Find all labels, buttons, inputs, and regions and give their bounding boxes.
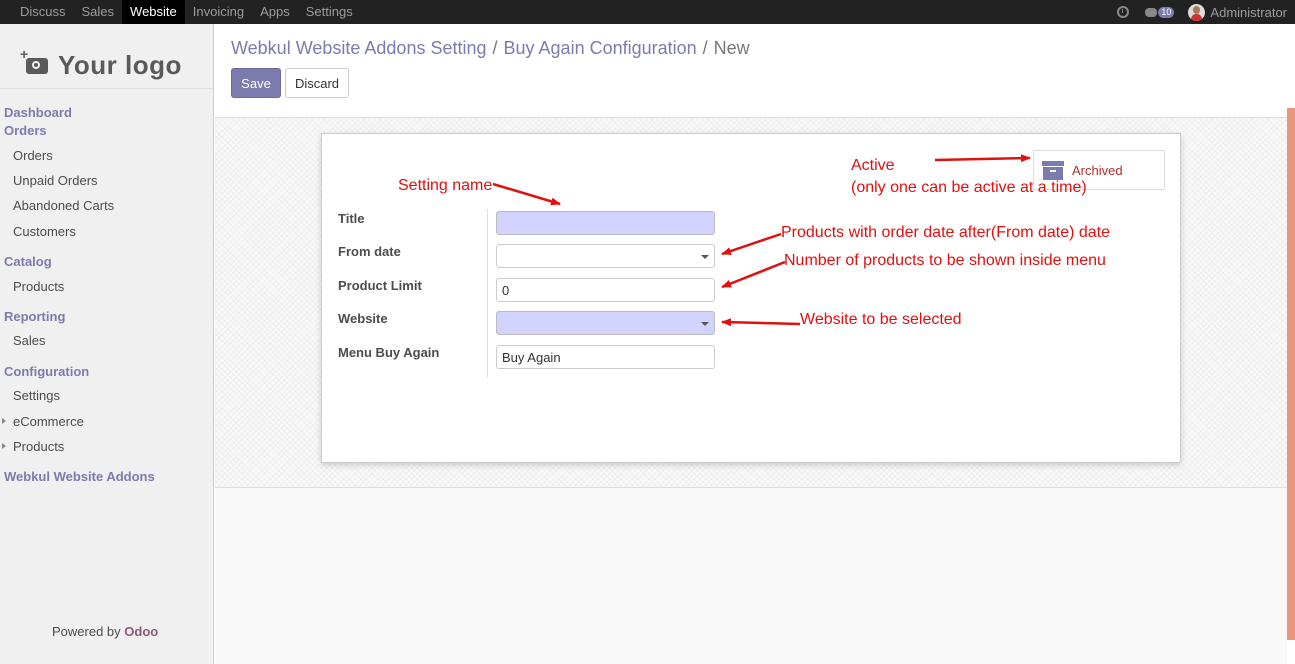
- systray: 10 Administrator: [1117, 0, 1287, 24]
- menu-discuss[interactable]: Discuss: [12, 0, 74, 24]
- website-label: Website: [338, 311, 388, 326]
- odoo-link[interactable]: Odoo: [124, 624, 158, 639]
- messaging-chat-icon[interactable]: 10: [1145, 6, 1175, 18]
- annotation-active-note: (only one can be active at a time): [851, 179, 1087, 196]
- sidebar-item-abandoned-carts[interactable]: Abandoned Carts: [13, 198, 114, 213]
- menu-buy-again-input[interactable]: Buy Again: [496, 345, 715, 369]
- caret-right-icon: [2, 443, 6, 449]
- title-input[interactable]: [496, 211, 715, 235]
- activity-clock-icon[interactable]: [1117, 6, 1130, 18]
- breadcrumb-item-addons-setting[interactable]: Webkul Website Addons Setting: [231, 38, 487, 59]
- sidebar-item-settings[interactable]: Settings: [13, 388, 60, 403]
- chat-count-badge: 10: [1158, 6, 1175, 18]
- sidebar-section-configuration[interactable]: Configuration: [4, 364, 89, 379]
- logo-divider: [0, 88, 213, 89]
- camera-icon: [20, 46, 48, 74]
- from-date-label: From date: [338, 244, 401, 259]
- annotation-from-date: Products with order date after(From date…: [781, 224, 1111, 241]
- menu-invoicing[interactable]: Invoicing: [185, 0, 252, 24]
- breadcrumb-item-buy-again-config[interactable]: Buy Again Configuration: [504, 38, 697, 59]
- user-avatar[interactable]: [1188, 3, 1206, 21]
- annotation-setting-name: Setting name: [398, 177, 493, 194]
- breadcrumb: Webkul Website Addons Setting / Buy Agai…: [231, 38, 750, 59]
- sidebar-item-orders[interactable]: Orders: [13, 148, 53, 163]
- archived-label: Archived: [1072, 162, 1123, 178]
- caret-right-icon: [2, 418, 6, 424]
- sidebar-section-dashboard[interactable]: Dashboard: [4, 105, 72, 120]
- sidebar-section-catalog[interactable]: Catalog: [4, 254, 52, 269]
- sidebar-item-sales[interactable]: Sales: [13, 333, 46, 348]
- app-menu: Discuss Sales Website Invoicing Apps Set…: [12, 0, 361, 24]
- dropdown-arrow-icon: [701, 255, 709, 259]
- annotation-website: Website to be selected: [800, 311, 962, 328]
- field-divider: [487, 209, 488, 377]
- top-navbar: Discuss Sales Website Invoicing Apps Set…: [0, 0, 1295, 24]
- user-menu[interactable]: Administrator: [1210, 5, 1287, 20]
- product-limit-input[interactable]: 0: [496, 278, 715, 302]
- product-limit-label: Product Limit: [338, 278, 422, 293]
- website-select[interactable]: [496, 311, 715, 335]
- scrollbar[interactable]: [1287, 108, 1295, 640]
- sidebar-item-config-products[interactable]: Products: [13, 439, 64, 454]
- annotation-active: Active: [851, 157, 895, 174]
- save-button[interactable]: Save: [231, 68, 281, 98]
- breadcrumb-current: New: [713, 38, 750, 58]
- menu-apps[interactable]: Apps: [252, 0, 298, 24]
- sidebar-section-webkul-addons[interactable]: Webkul Website Addons: [4, 469, 155, 484]
- sidebar-item-customers[interactable]: Customers: [13, 224, 76, 239]
- annotation-product-limit: Number of products to be shown inside me…: [784, 252, 1106, 269]
- menu-settings[interactable]: Settings: [298, 0, 361, 24]
- menu-website[interactable]: Website: [122, 0, 185, 24]
- logo-text: Your logo: [58, 50, 182, 80]
- from-date-select[interactable]: [496, 244, 715, 268]
- company-logo[interactable]: Your logo: [20, 46, 182, 81]
- sidebar-item-unpaid-orders[interactable]: Unpaid Orders: [13, 173, 98, 188]
- chat-bubble-icon: [1145, 7, 1158, 17]
- powered-by-text: Powered by: [52, 624, 121, 639]
- powered-by: Powered by Odoo: [52, 624, 158, 639]
- sidebar-section-reporting[interactable]: Reporting: [4, 309, 65, 324]
- breadcrumb-separator: /: [702, 38, 708, 58]
- sidebar-item-ecommerce[interactable]: eCommerce: [13, 414, 84, 429]
- sidebar-item-products[interactable]: Products: [13, 279, 64, 294]
- dropdown-arrow-icon: [701, 322, 709, 326]
- content-area: [215, 488, 1287, 664]
- archive-icon: [1042, 161, 1064, 180]
- menu-buy-again-label: Menu Buy Again: [338, 345, 440, 360]
- title-label: Title: [338, 211, 365, 226]
- discard-button[interactable]: Discard: [285, 68, 349, 98]
- sidebar-section-orders[interactable]: Orders: [4, 123, 47, 138]
- breadcrumb-separator: /: [492, 38, 498, 58]
- menu-sales[interactable]: Sales: [74, 0, 123, 24]
